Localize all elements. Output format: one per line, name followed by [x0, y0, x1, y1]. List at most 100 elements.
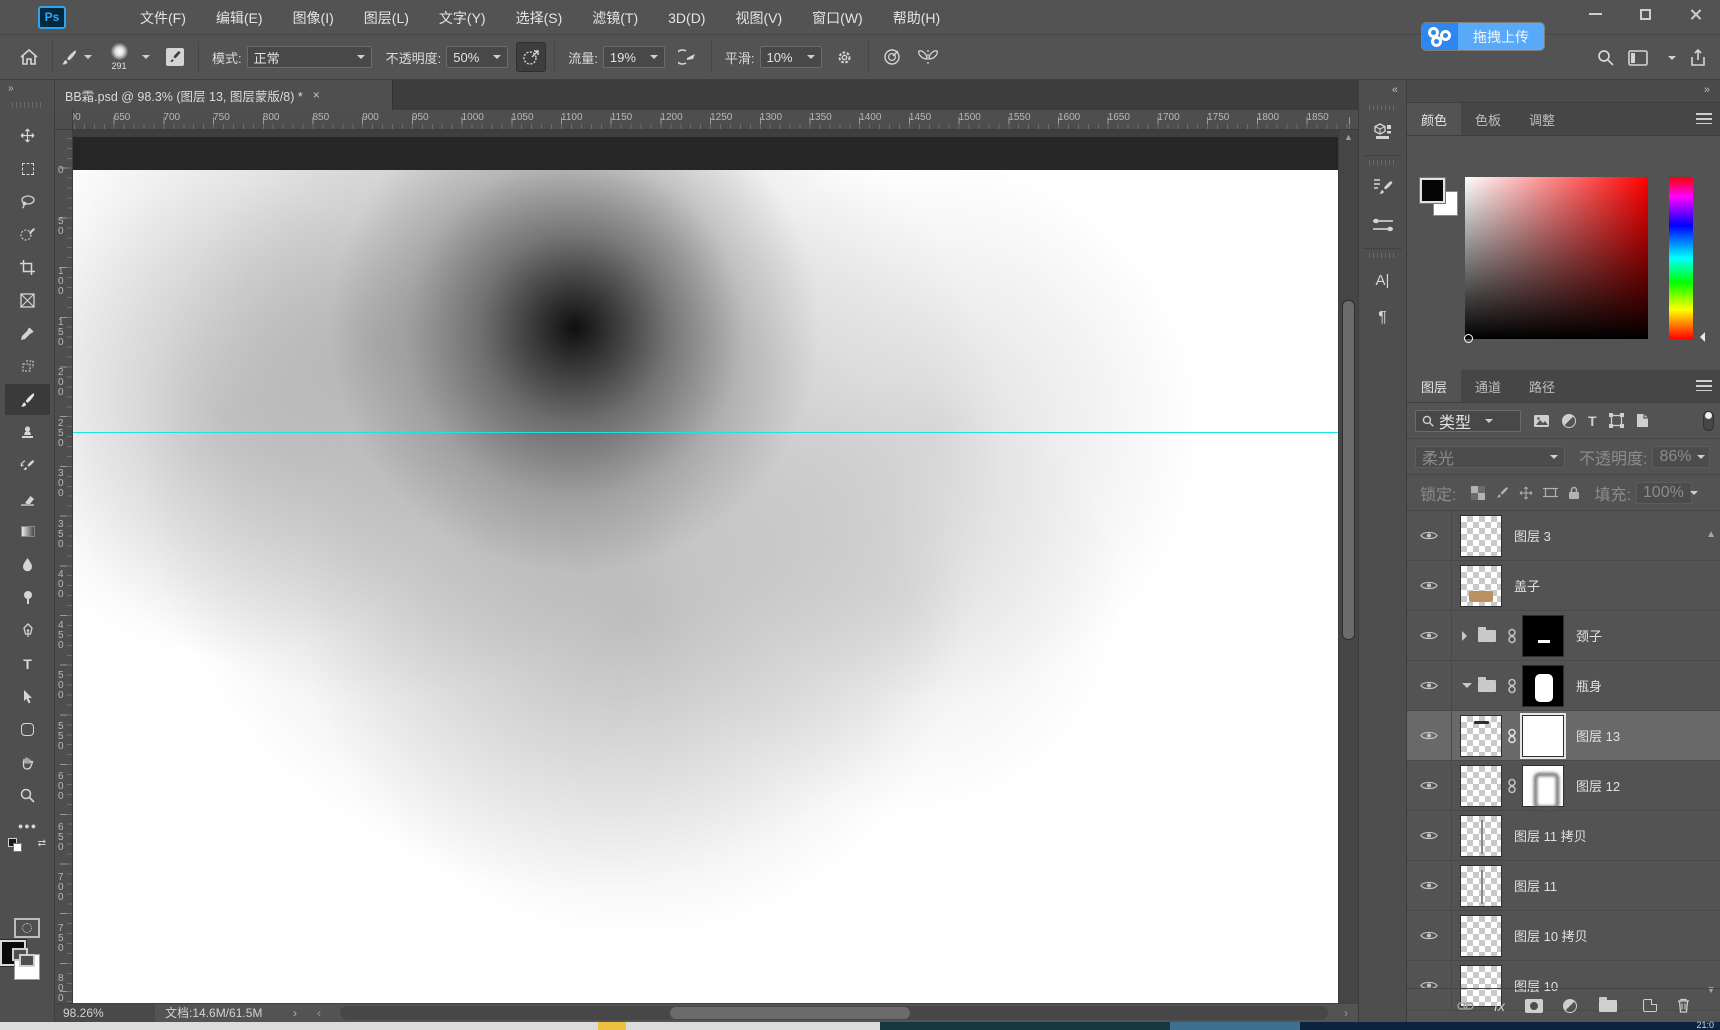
filter-pixel-layers-button[interactable]	[1533, 414, 1550, 428]
crop-tool[interactable]	[5, 252, 50, 283]
character-panel-button[interactable]: A|	[1359, 261, 1406, 299]
lock-all-button[interactable]	[1568, 486, 1580, 500]
layer-name[interactable]: 图层 13	[1576, 726, 1620, 745]
mask-link-icon[interactable]	[1507, 728, 1517, 744]
layer-thumbnail[interactable]	[1460, 764, 1502, 807]
visibility-toggle[interactable]	[1407, 861, 1452, 910]
menu-filter[interactable]: 滤镜(T)	[592, 8, 638, 28]
gradient-tool[interactable]	[5, 516, 50, 547]
layer-name[interactable]: 图层 3	[1514, 526, 1551, 545]
lasso-tool[interactable]	[5, 186, 50, 217]
minimize-button[interactable]	[1570, 0, 1620, 28]
ruler-vertical[interactable]: 0 50 100 150 200 250 300 350 400 450 500 550 600 650 7…	[55, 130, 73, 1003]
group-expand-icon[interactable]	[1462, 630, 1472, 641]
brush-tool-selected[interactable]	[5, 384, 50, 415]
edit-toolbar-button[interactable]: ●●●	[5, 810, 50, 841]
layer-row[interactable]: 图层 12	[1407, 761, 1720, 811]
brushes-panel-button[interactable]	[1359, 206, 1406, 244]
menu-image[interactable]: 图像(I)	[293, 8, 334, 28]
mask-link-icon[interactable]	[1507, 678, 1517, 694]
frame-tool[interactable]	[5, 285, 50, 316]
layer-name[interactable]: 图层 10 拷贝	[1514, 926, 1588, 945]
scroll-left-icon[interactable]: ‹	[317, 1004, 321, 1022]
visibility-toggle[interactable]	[1407, 661, 1452, 710]
blend-mode-select[interactable]: 正常	[246, 46, 372, 68]
menu-window[interactable]: 窗口(W)	[812, 8, 863, 28]
visibility-toggle[interactable]	[1407, 561, 1452, 610]
layer-row-selected[interactable]: 图层 13	[1407, 711, 1720, 761]
layer-blend-mode-select[interactable]: 柔光	[1415, 445, 1565, 468]
scroll-up-icon[interactable]: ▲	[1344, 132, 1353, 142]
screen-mode-button[interactable]	[12, 948, 38, 970]
dock-grip[interactable]	[1369, 253, 1396, 258]
menu-help[interactable]: 帮助(H)	[893, 8, 940, 28]
toolbar-collapse-button[interactable]: »	[0, 80, 54, 100]
menu-3d[interactable]: 3D(D)	[668, 10, 705, 26]
layer-filter-type-select[interactable]: 类型	[1415, 409, 1521, 432]
link-layers-button[interactable]	[1457, 1001, 1474, 1011]
layer-mask-thumbnail-selected[interactable]	[1522, 714, 1564, 757]
canvas-horizontal-scrollbar[interactable]	[340, 1006, 1328, 1020]
menu-file[interactable]: 文件(F)	[140, 8, 186, 28]
history-brush-tool[interactable]	[5, 450, 50, 481]
tab-adjustments[interactable]: 调整	[1515, 103, 1569, 135]
paint-symmetry-button[interactable]	[913, 42, 943, 72]
fill-input[interactable]: 100%	[1635, 481, 1698, 504]
marquee-tool[interactable]	[5, 153, 50, 184]
new-adjustment-layer-button[interactable]	[1562, 998, 1577, 1013]
layer-name[interactable]: 图层 12	[1576, 776, 1620, 795]
close-button[interactable]	[1670, 0, 1720, 28]
clone-stamp-tool[interactable]	[5, 417, 50, 448]
tab-channels[interactable]: 通道	[1461, 370, 1515, 402]
tab-layers[interactable]: 图层	[1407, 370, 1462, 402]
tab-color[interactable]: 颜色	[1407, 103, 1462, 135]
blur-tool[interactable]	[5, 549, 50, 580]
filter-shape-layers-button[interactable]	[1608, 413, 1624, 428]
guide-line[interactable]	[73, 432, 1338, 433]
layer-mask-thumbnail[interactable]	[1522, 764, 1564, 807]
layer-name[interactable]: 瓶身	[1576, 676, 1602, 695]
menu-select[interactable]: 选择(S)	[516, 8, 563, 28]
flow-input[interactable]: 19%	[602, 46, 665, 68]
layer-style-button[interactable]: fx	[1494, 998, 1505, 1014]
taskbar-app-icon[interactable]	[1170, 1022, 1300, 1030]
panel-menu-icon[interactable]	[1696, 380, 1712, 391]
layer-thumbnail[interactable]	[1460, 814, 1502, 857]
dock-grip[interactable]	[1369, 160, 1396, 165]
tab-paths[interactable]: 路径	[1515, 370, 1569, 402]
visibility-toggle[interactable]	[1407, 911, 1452, 960]
layer-mask-thumbnail[interactable]	[1522, 664, 1564, 707]
opacity-input[interactable]: 50%	[446, 46, 509, 68]
visibility-toggle[interactable]	[1407, 511, 1452, 560]
layer-group-row[interactable]: 瓶身	[1407, 661, 1720, 711]
delete-layer-button[interactable]	[1677, 998, 1690, 1013]
color-picker-circle-icon[interactable]	[1464, 334, 1473, 343]
visibility-toggle[interactable]	[1407, 811, 1452, 860]
layer-filter-toggle[interactable]	[1703, 411, 1714, 431]
status-popup-arrow[interactable]: ›	[293, 1004, 297, 1022]
tab-close-icon[interactable]: ×	[313, 88, 320, 102]
zoom-tool[interactable]	[5, 780, 50, 811]
dock-collapse-button[interactable]: «	[1359, 80, 1406, 102]
layer-thumbnail[interactable]	[1460, 864, 1502, 907]
add-layer-mask-button[interactable]	[1524, 998, 1543, 1013]
tool-preset-picker[interactable]	[61, 49, 92, 66]
visibility-toggle[interactable]	[1407, 711, 1452, 760]
layer-row[interactable]: 图层 10 拷贝	[1407, 911, 1720, 961]
eyedropper-tool[interactable]	[5, 318, 50, 349]
toggle-brush-settings-button[interactable]	[160, 42, 190, 72]
menu-type[interactable]: 文字(Y)	[439, 8, 486, 28]
lock-transparent-pixels-button[interactable]	[1471, 485, 1486, 500]
new-group-button[interactable]	[1597, 996, 1623, 1012]
mask-link-icon[interactable]	[1507, 778, 1517, 794]
smoothing-input[interactable]: 10%	[759, 46, 822, 68]
saturation-brightness-field[interactable]	[1464, 177, 1648, 343]
pressure-size-button[interactable]	[877, 42, 907, 72]
lock-position-button[interactable]	[1519, 486, 1533, 500]
layer-group-row[interactable]: 颈子	[1407, 611, 1720, 661]
layer-thumbnail[interactable]	[1460, 564, 1502, 607]
scroll-right-icon[interactable]: ›	[1344, 1004, 1348, 1022]
scrollbar-thumb[interactable]	[670, 1007, 910, 1019]
object-selection-tool[interactable]	[5, 219, 50, 250]
paragraph-panel-button[interactable]: ¶	[1359, 299, 1406, 337]
